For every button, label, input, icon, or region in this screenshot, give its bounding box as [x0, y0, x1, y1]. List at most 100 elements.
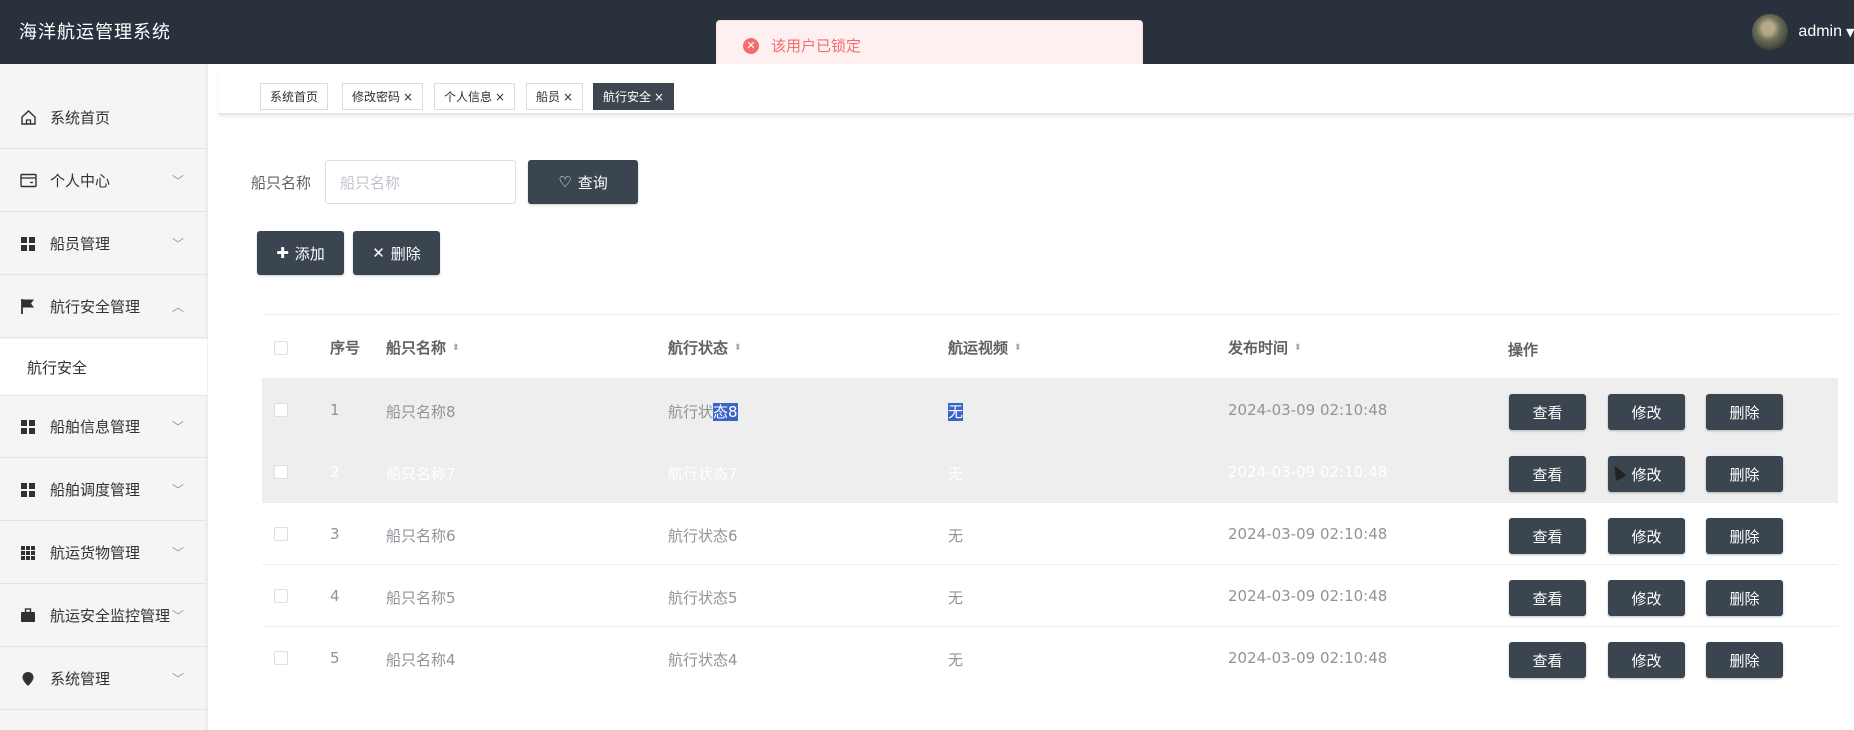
grid9-icon	[19, 544, 37, 562]
tab-nav-safety[interactable]: 航行安全 ×	[593, 83, 675, 110]
chevron-down-icon: ﹀	[172, 174, 185, 188]
view-button[interactable]: 查看	[1509, 394, 1586, 430]
view-button[interactable]: 查看	[1509, 518, 1586, 554]
sidebar-item-personal[interactable]: 个人中心 ﹀	[0, 150, 207, 212]
edit-button[interactable]: 修改	[1608, 518, 1685, 554]
tab-label: 系统首页	[270, 90, 319, 104]
delete-button[interactable]: 删除	[1706, 456, 1783, 492]
main-content: 系统首页 修改密码 × 个人信息 × 船员 × 航行安全 × 船只名称 船只名称 ♡ 查询…	[208, 64, 1854, 730]
sidebar-item-system[interactable]: 系统管理 ﹀	[0, 648, 207, 710]
chevron-down-icon: ﹀	[172, 546, 185, 560]
chevron-down-icon: ﹀	[172, 483, 185, 497]
sidebar-item-ship-dispatch[interactable]: 船舶调度管理 ﹀	[0, 459, 207, 521]
row-checkbox[interactable]	[274, 527, 288, 541]
column-ship-name[interactable]: 船只名称 ⬍	[386, 337, 460, 358]
edit-button[interactable]: 修改	[1608, 580, 1685, 616]
row-checkbox[interactable]	[274, 465, 288, 479]
delete-button-label: 删除	[390, 244, 421, 263]
view-button[interactable]: 查看	[1509, 456, 1586, 492]
delete-button[interactable]: 删除	[1706, 642, 1783, 678]
sidebar-item-home[interactable]: 系统首页	[0, 87, 207, 149]
row-checkbox[interactable]	[274, 403, 288, 417]
chevron-up-icon: ︿	[172, 300, 185, 314]
row-checkbox[interactable]	[274, 651, 288, 665]
sort-icon[interactable]: ⬍	[452, 344, 460, 353]
cell-nav-status: 航行状态6	[668, 527, 738, 545]
sidebar-item-nav-safety[interactable]: 航行安全	[0, 339, 207, 396]
cell-index: 5	[330, 649, 340, 667]
sidebar-item-cargo[interactable]: 航运货物管理 ﹀	[0, 522, 207, 584]
delete-button[interactable]: 删除	[1706, 580, 1783, 616]
tags-view-bar: 系统首页 修改密码 × 个人信息 × 船员 × 航行安全 ×	[218, 68, 1854, 115]
sort-icon[interactable]: ⬍	[1294, 344, 1302, 353]
table-header: 序号 船只名称 ⬍ 航行状态 ⬍ 航运视频 ⬍ 发布时间 ⬍ 操作	[262, 314, 1838, 379]
table-row[interactable]: 1 船只名称8 航行状态8 无 2024-03-09 02:10:48 查看 修…	[262, 379, 1838, 441]
chevron-down-icon: ﹀	[172, 609, 185, 623]
tab-crew[interactable]: 船员 ×	[526, 83, 584, 110]
avatar[interactable]	[1752, 14, 1789, 50]
cell-ship-name: 船只名称4	[386, 651, 456, 669]
close-icon[interactable]: ×	[495, 90, 505, 104]
sort-icon[interactable]: ⬍	[1014, 344, 1022, 353]
column-nav-status[interactable]: 航行状态 ⬍	[668, 337, 742, 358]
delete-button[interactable]: 删除	[1706, 394, 1783, 430]
cell-video: 无	[948, 589, 964, 607]
table-row[interactable]: 3 船只名称6 航行状态6 无 2024-03-09 02:10:48 查看 修…	[262, 503, 1838, 565]
select-all-checkbox[interactable]	[274, 341, 288, 355]
delete-button[interactable]: 删除	[1706, 518, 1783, 554]
sidebar-item-safety-monitor[interactable]: 航运安全监控管理 ﹀	[0, 585, 207, 647]
tab-change-password[interactable]: 修改密码 ×	[342, 83, 424, 110]
sidebar-item-label: 航运安全监控管理	[50, 607, 171, 625]
cell-index: 2	[330, 463, 340, 481]
row-checkbox[interactable]	[274, 589, 288, 603]
wallet-icon	[19, 172, 37, 190]
heart-icon: ♡	[558, 173, 572, 191]
toast-message: 该用户已锁定	[771, 37, 862, 55]
sidebar-item-label: 船员管理	[50, 235, 111, 253]
sidebar-item-crew[interactable]: 船员管理 ﹀	[0, 213, 207, 275]
user-name[interactable]: admin	[1798, 23, 1842, 41]
ship-name-input[interactable]: 船只名称	[325, 160, 516, 204]
caret-down-icon[interactable]: ▼	[1846, 26, 1854, 39]
table-row[interactable]: 2 船只名称7 航行状态7 无 2024-03-09 02:10:48 查看 修…	[262, 441, 1838, 503]
cell-publish-time: 2024-03-09 02:10:48	[1228, 401, 1388, 419]
sidebar-item-ship-info[interactable]: 船舶信息管理 ﹀	[0, 396, 207, 458]
table-row[interactable]: 5 船只名称4 航行状态4 无 2024-03-09 02:10:48 查看 修…	[262, 627, 1838, 689]
location-icon	[19, 670, 37, 688]
close-icon: ✕	[372, 244, 385, 262]
tab-home[interactable]: 系统首页	[260, 83, 329, 110]
sidebar-item-label: 系统首页	[50, 109, 111, 127]
cell-nav-status: 航行状态5	[668, 589, 738, 607]
sidebar-item-nav-safety-mgmt[interactable]: 航行安全管理 ︿	[0, 276, 207, 338]
sort-icon[interactable]: ⬍	[734, 344, 742, 353]
grid-icon	[19, 481, 37, 499]
sidebar-item-label: 个人中心	[50, 172, 111, 190]
add-button[interactable]: ✚ 添加	[257, 231, 344, 275]
tab-label: 个人信息	[444, 90, 493, 104]
table-row[interactable]: 4 船只名称5 航行状态5 无 2024-03-09 02:10:48 查看 修…	[262, 565, 1838, 627]
search-button[interactable]: ♡ 查询	[528, 160, 638, 204]
edit-button[interactable]: 修改	[1608, 642, 1685, 678]
close-icon[interactable]: ×	[654, 90, 664, 104]
sidebar-item-label: 航行安全	[27, 358, 88, 377]
chevron-down-icon: ﹀	[172, 672, 185, 686]
cell-ship-name: 船只名称5	[386, 589, 456, 607]
view-button[interactable]: 查看	[1509, 642, 1586, 678]
search-label: 船只名称	[251, 174, 312, 192]
user-menu[interactable]: admin ▼	[1752, 13, 1854, 51]
close-icon[interactable]: ×	[403, 90, 413, 104]
batch-delete-button[interactable]: ✕ 删除	[353, 231, 440, 275]
tab-personal-info[interactable]: 个人信息 ×	[434, 83, 516, 110]
cell-ship-name: 船只名称8	[386, 403, 456, 421]
close-icon[interactable]: ×	[563, 90, 573, 104]
cell-index: 1	[330, 401, 340, 419]
home-icon	[19, 109, 37, 127]
view-button[interactable]: 查看	[1509, 580, 1586, 616]
column-video[interactable]: 航运视频 ⬍	[948, 337, 1022, 358]
sidebar: 系统首页 个人中心 ﹀ 船员管理 ﹀ 航行安全管理 ︿ 航行安全 船舶信息管理 …	[0, 64, 207, 730]
column-publish-time[interactable]: 发布时间 ⬍	[1228, 337, 1302, 358]
grid-icon	[19, 235, 37, 253]
cell-publish-time: 2024-03-09 02:10:48	[1228, 587, 1388, 605]
edit-button[interactable]: 修改	[1608, 394, 1685, 430]
sidebar-item-label: 船舶调度管理	[50, 481, 141, 499]
